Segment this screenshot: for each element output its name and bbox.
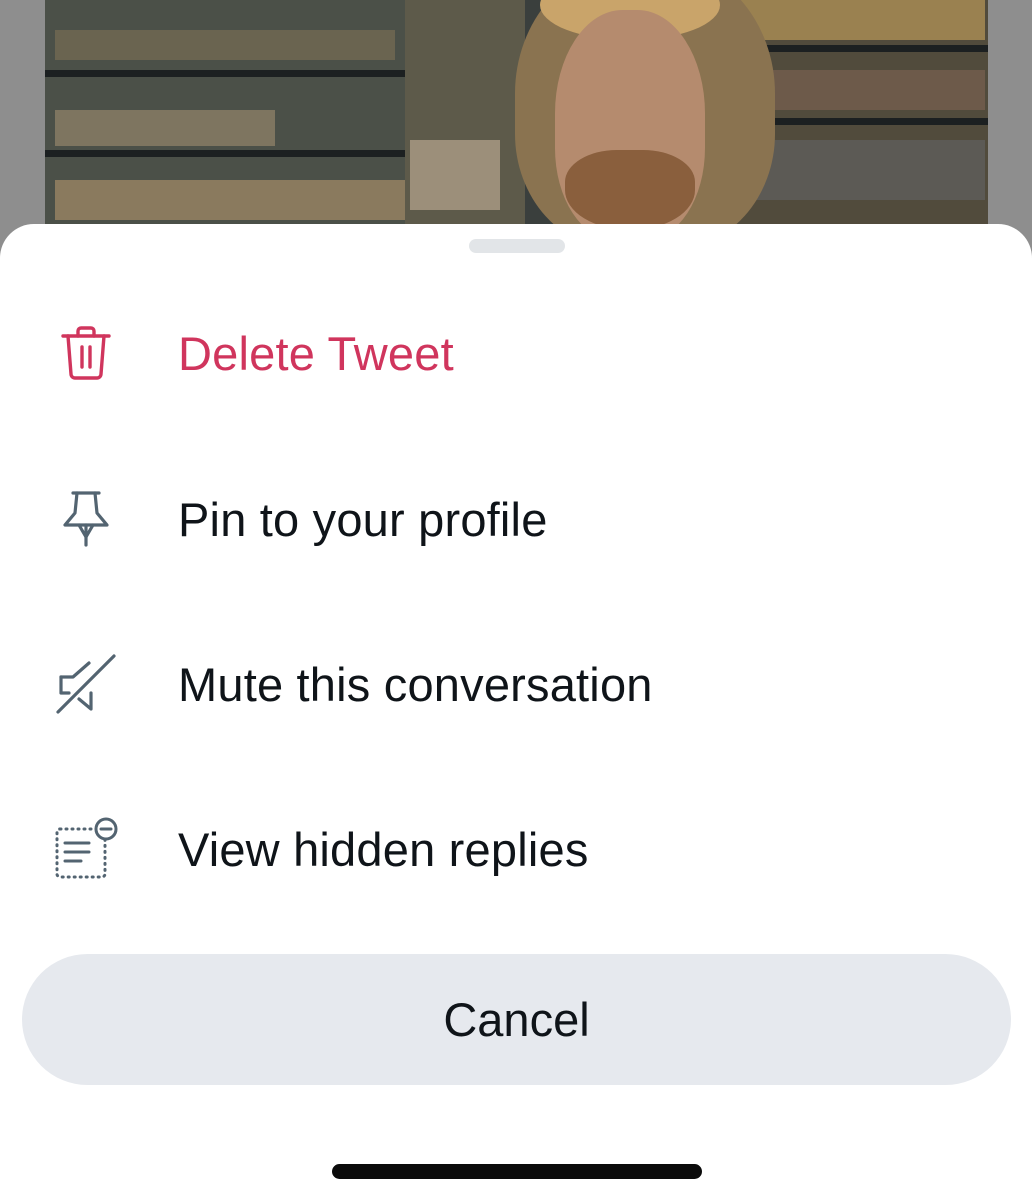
pin-to-profile-label: Pin to your profile	[178, 492, 548, 546]
tweet-media-image	[45, 0, 988, 226]
view-hidden-replies-item[interactable]: View hidden replies	[0, 766, 1032, 932]
pin-icon	[52, 485, 120, 553]
sheet-grabber[interactable]	[469, 239, 565, 253]
hidden-replies-icon	[52, 815, 120, 883]
pin-to-profile-item[interactable]: Pin to your profile	[0, 436, 1032, 602]
delete-tweet-label: Delete Tweet	[178, 326, 454, 380]
trash-icon	[52, 319, 120, 387]
delete-tweet-item[interactable]: Delete Tweet	[0, 270, 1032, 436]
view-hidden-replies-label: View hidden replies	[178, 822, 589, 876]
mute-conversation-item[interactable]: Mute this conversation	[0, 601, 1032, 767]
cancel-button[interactable]: Cancel	[22, 954, 1011, 1085]
muted-speaker-icon	[52, 650, 120, 718]
mute-conversation-label: Mute this conversation	[178, 657, 653, 711]
home-indicator[interactable]	[332, 1164, 702, 1179]
action-sheet: Delete Tweet Pin to your profile Mute th…	[0, 224, 1032, 1200]
cancel-button-label: Cancel	[443, 993, 590, 1046]
